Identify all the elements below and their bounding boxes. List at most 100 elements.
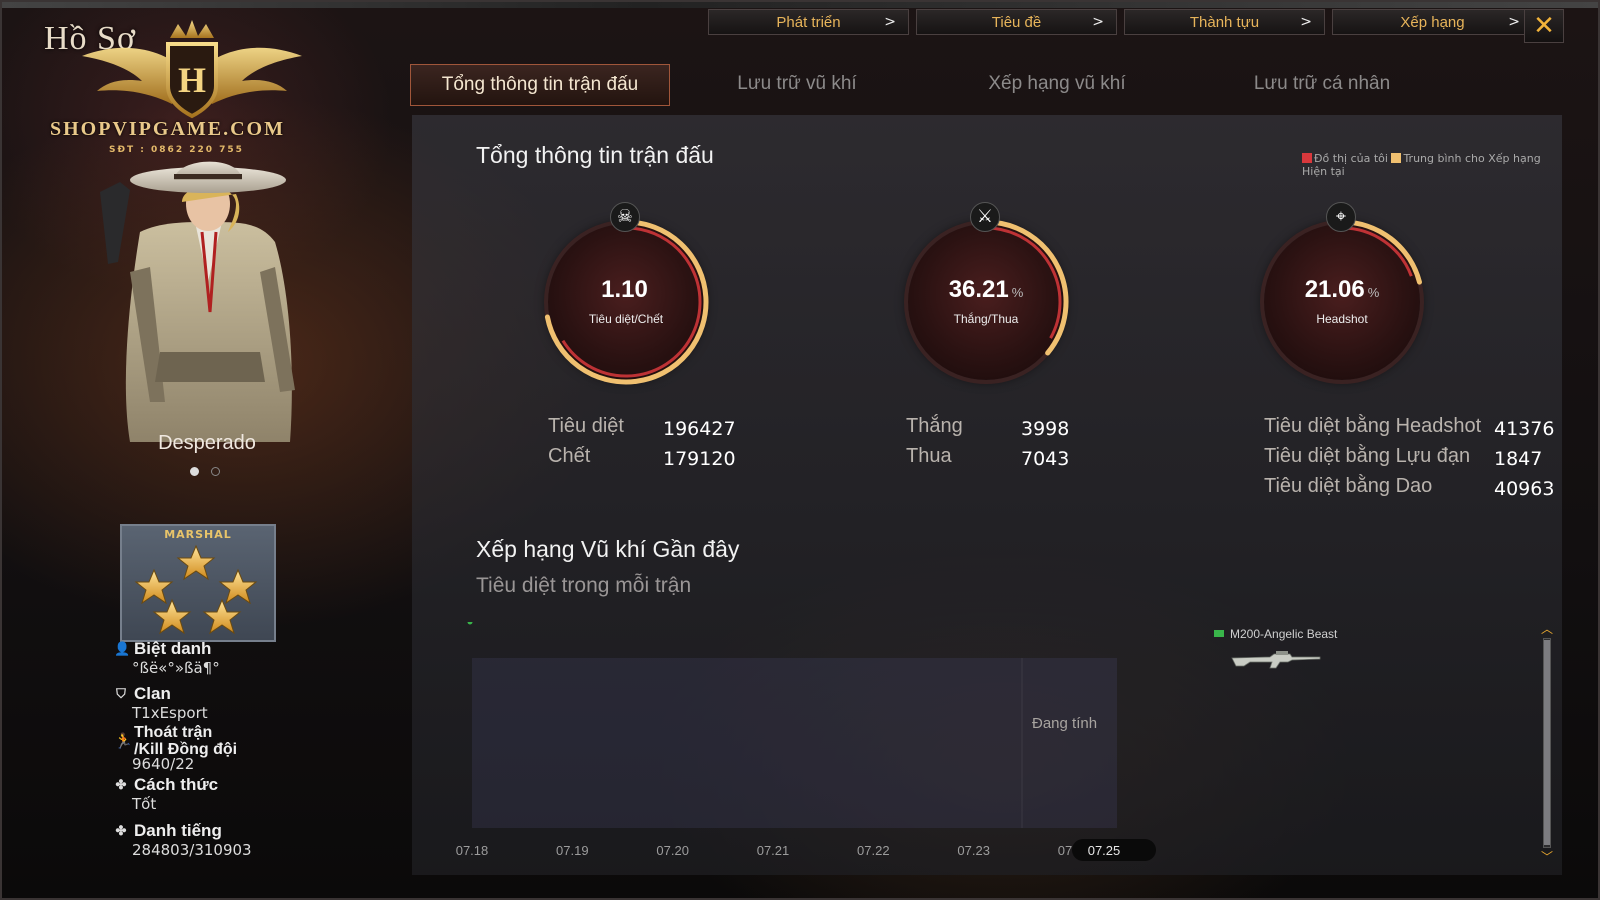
pending-label: Đang tính <box>1032 715 1097 732</box>
stat-value: 1847 <box>1494 448 1543 470</box>
menu-label: Thành tựu <box>1189 13 1260 31</box>
recent-subtitle: Tiêu diệt trong mỗi trận <box>476 574 692 597</box>
stat-label: Thua <box>906 445 952 467</box>
chevron-right-icon: > <box>1508 14 1520 30</box>
manner-block: ✤ Cách thức Tốt <box>114 775 219 813</box>
clan-value: T1xEsport <box>132 704 208 722</box>
weapon-name: M200-Angelic Beast <box>1230 627 1338 641</box>
user-icon: 👤 <box>114 641 131 656</box>
gauge-label: Tiêu diệt/Chết <box>588 312 664 326</box>
date-tick[interactable]: 07.21 <box>757 843 790 858</box>
close-button[interactable]: ✕ <box>1524 9 1564 43</box>
stat-label: Chết <box>548 445 591 467</box>
stat-label: Thắng <box>906 415 963 437</box>
leave-block: 🏃 Thoát trận /Kill Đồng đội 9640/22 <box>114 724 237 773</box>
menu-label: Phát triển <box>776 13 841 31</box>
scroll-up-icon[interactable]: ︿ <box>1539 620 1555 637</box>
chart-legend: Đồ thị của tôi Trung bình cho Xếp hạng H… <box>1302 152 1562 178</box>
stat-value: 3998 <box>1021 418 1070 440</box>
weapon-swatch <box>1214 630 1224 637</box>
clover-icon: ✤ <box>115 777 127 792</box>
rank-stars-icon <box>135 545 257 634</box>
tab-personal-records[interactable]: Lưu trữ cá nhân <box>1222 64 1422 106</box>
gauge-label: Thắng/Thua <box>953 312 1019 326</box>
chevron-right-icon: > <box>884 14 896 30</box>
scroll-thumb[interactable] <box>1544 640 1550 845</box>
clover-icon: ✤ <box>115 823 127 838</box>
gauge-label: Headshot <box>1316 312 1368 326</box>
clan-label: Clan <box>134 684 171 703</box>
stat-label: Tiêu diệt bằng Dao <box>1264 475 1433 497</box>
date-tick[interactable]: 07.23 <box>957 843 990 858</box>
window-frame <box>2 2 1598 8</box>
summary-title: Tổng thông tin trận đấu <box>476 142 714 168</box>
stat-value: 41376 <box>1494 418 1555 440</box>
crest-letter: H <box>178 60 206 100</box>
stat-label: Tiêu diệt bằng Headshot <box>1264 415 1482 437</box>
legend-mine: Đồ thị của tôi <box>1314 152 1388 165</box>
manner-value: Tốt <box>132 795 157 813</box>
character-portrait <box>100 161 295 442</box>
chevron-right-icon: > <box>1092 14 1104 30</box>
sniper-rifle-icon <box>1231 651 1321 669</box>
weapon-legend[interactable]: M200-Angelic Beast <box>1214 627 1337 641</box>
gauge-value: 21.06 <box>1304 276 1365 303</box>
fame-label: Danh tiếng <box>134 821 222 840</box>
gauge-unit: % <box>1367 285 1380 300</box>
shop-logo: Hồ Sơ H SHOPVIPGAME.COM SĐT : 0862 220 7… <box>32 14 322 164</box>
tab-weapon-ranking[interactable]: Xếp hạng vũ khí <box>957 64 1157 106</box>
date-tick[interactable]: 07.22 <box>857 843 890 858</box>
pager-dot-1[interactable] <box>190 467 199 476</box>
clan-icon: ⛉ <box>116 686 126 701</box>
chevron-right-icon: > <box>1300 14 1312 30</box>
gauge-arc-mine <box>1341 226 1413 277</box>
stat-value: 7043 <box>1021 448 1070 470</box>
pager-dot-2[interactable] <box>211 467 220 476</box>
profile-window: Hồ Sơ H SHOPVIPGAME.COM SĐT : 0862 220 7… <box>0 0 1600 900</box>
nickname-block: 👤 Biệt danh °ßë«°»ßä¶° <box>114 639 220 677</box>
stat-value: 179120 <box>663 448 736 470</box>
legend-swatch-mine <box>1302 153 1312 163</box>
legend-swatch-avg <box>1391 153 1402 163</box>
gauge-kd: ☠ 1.10 Tiêu diệt/Chết <box>538 202 714 390</box>
menu-development[interactable]: Phát triển > <box>708 9 909 35</box>
chart-scrollbar[interactable]: ︿ ﹀ <box>1539 622 1555 865</box>
character-name: Desperado <box>158 432 256 454</box>
scroll-down-icon[interactable]: ﹀ <box>1539 848 1555 865</box>
nickname-label: Biệt danh <box>134 639 212 658</box>
menu-achievements[interactable]: Thành tựu > <box>1124 9 1325 35</box>
gauge-value: 36.21 <box>948 276 1009 303</box>
leave-label-1: Thoát trận <box>134 724 213 741</box>
stat-label: Tiêu diệt <box>548 415 624 437</box>
skull-icon: ☠ <box>610 202 640 232</box>
character-pager[interactable] <box>190 467 220 476</box>
series-point <box>467 622 473 625</box>
gauge-value: 1.10 <box>601 276 648 303</box>
weapon-kills-chart: 07.1807.1907.2007.2107.2207.2307.2407.25… <box>456 622 1156 861</box>
crosshair-icon: ⌖ <box>1326 202 1356 232</box>
menu-label: Xếp hạng <box>1400 13 1465 31</box>
menu-ranking[interactable]: Xếp hạng > <box>1332 9 1533 35</box>
plot-area <box>472 658 1117 828</box>
fame-value: 284803/310903 <box>132 841 252 859</box>
date-tick[interactable]: 07.20 <box>656 843 689 858</box>
shop-brand: SHOPVIPGAME.COM <box>50 118 285 140</box>
tab-weapon-records[interactable]: Lưu trữ vũ khí <box>702 64 892 106</box>
date-tick[interactable]: 07.18 <box>456 843 489 858</box>
stat-value: 196427 <box>663 418 736 440</box>
winged-crest-icon: H <box>82 20 302 119</box>
menu-titles[interactable]: Tiêu đề > <box>916 9 1117 35</box>
stat-value: 40963 <box>1494 478 1555 500</box>
gauge-headshot: ⌖ 21.06% Headshot <box>1254 202 1430 390</box>
clan-block: ⛉ Clan T1xEsport <box>114 684 208 722</box>
menu-label: Tiêu đề <box>991 13 1042 31</box>
fame-block: ✤ Danh tiếng 284803/310903 <box>114 821 252 859</box>
manner-label: Cách thức <box>134 775 219 794</box>
nickname-value: °ßë«°»ßä¶° <box>132 659 220 677</box>
stat-label: Tiêu diệt bằng Lựu đạn <box>1264 445 1471 467</box>
recent-title: Xếp hạng Vũ khí Gần đây <box>476 536 740 562</box>
gauge-unit: % <box>1011 285 1024 300</box>
tab-match-summary[interactable]: Tổng thông tin trận đấu <box>410 64 670 106</box>
date-tick[interactable]: 07.25 <box>1088 843 1121 858</box>
date-tick[interactable]: 07.19 <box>556 843 589 858</box>
